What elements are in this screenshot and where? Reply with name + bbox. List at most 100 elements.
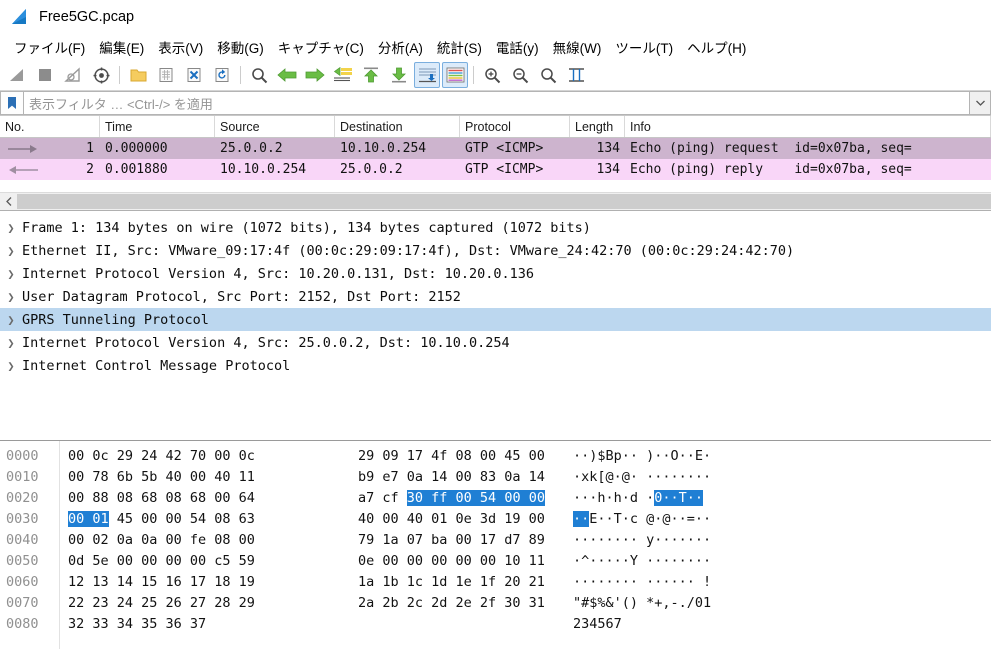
restart-capture-icon[interactable]: [60, 62, 86, 88]
menu-wireless[interactable]: 無線(W): [546, 35, 609, 59]
auto-scroll-icon[interactable]: [414, 62, 440, 88]
column-time[interactable]: Time: [100, 116, 215, 137]
column-source[interactable]: Source: [215, 116, 335, 137]
tree-item-label: Internet Protocol Version 4, Src: 10.20.…: [22, 265, 535, 282]
hex-row[interactable]: 0050 0d 5e 00 00 00 00 c5 59 0e 00 00 00…: [0, 550, 991, 571]
go-forward-icon[interactable]: [302, 62, 328, 88]
menu-view[interactable]: 表示(V): [151, 35, 210, 59]
tree-item-frame[interactable]: ❯ Frame 1: 134 bytes on wire (1072 bits)…: [0, 216, 991, 239]
packet-list-hscrollbar[interactable]: [0, 192, 991, 211]
hex-bytes-group1: 12 13 14 15 16 17 18 19: [68, 573, 255, 590]
packet-no-cell: 2: [0, 162, 100, 177]
menu-tools[interactable]: ツール(T): [608, 35, 680, 59]
hex-bytes-group1: 32 33 34 35 36 37: [68, 615, 207, 632]
hex-bytes-group2: a7 cf 30 ff 00 54 00 00: [358, 489, 573, 506]
chevron-left-icon[interactable]: [0, 193, 17, 210]
capture-options-icon[interactable]: [88, 62, 114, 88]
zoom-in-icon[interactable]: [479, 62, 505, 88]
menu-edit[interactable]: 編集(E): [92, 35, 151, 59]
packet-detail-pane[interactable]: ❯ Frame 1: 134 bytes on wire (1072 bits)…: [0, 211, 991, 441]
tree-item-label: Internet Control Message Protocol: [22, 357, 291, 374]
scrollbar-thumb[interactable]: [17, 194, 991, 209]
hex-bytes-plain: 45 00 00 54 08 63: [108, 510, 255, 527]
tree-item-ethernet[interactable]: ❯ Ethernet II, Src: VMware_09:17:4f (00:…: [0, 239, 991, 262]
packet-destination: 10.10.0.254: [340, 141, 427, 156]
column-protocol[interactable]: Protocol: [460, 116, 570, 137]
hex-bytes-highlight: 00 01: [68, 510, 109, 527]
hex-bytes-group2: 29 09 17 4f 08 00 45 00: [358, 447, 545, 464]
menu-analyze[interactable]: 分析(A): [371, 35, 430, 59]
table-row[interactable]: 2 0.001880 10.10.0.254 25.0.0.2 GTP <ICM…: [0, 159, 991, 180]
hex-ascii-highlight: ··: [573, 510, 590, 527]
chevron-right-icon[interactable]: ❯: [0, 290, 22, 304]
chevron-right-icon[interactable]: ❯: [0, 313, 22, 327]
chevron-right-icon[interactable]: ❯: [0, 267, 22, 281]
chevron-right-icon[interactable]: ❯: [0, 244, 22, 258]
hex-row[interactable]: 0060 12 13 14 15 16 17 18 19 1a 1b 1c 1d…: [0, 571, 991, 592]
menu-telephony[interactable]: 電話(y): [489, 35, 546, 59]
hex-ascii: ········ ······ !: [573, 573, 712, 590]
hex-ascii: "#$%&'() *+,-./01: [573, 594, 712, 611]
menu-capture[interactable]: キャプチャ(C): [271, 35, 371, 59]
packet-time: 0.000000: [105, 141, 168, 156]
chevron-right-icon[interactable]: ❯: [0, 221, 22, 235]
column-info[interactable]: Info: [625, 116, 991, 137]
open-file-icon[interactable]: [125, 62, 151, 88]
menu-go[interactable]: 移動(G): [210, 35, 271, 59]
packet-bytes-pane[interactable]: 0000 00 0c 29 24 42 70 00 0c 29 09 17 4f…: [0, 441, 991, 649]
save-file-icon[interactable]: [153, 62, 179, 88]
tree-item-gtp[interactable]: ❯ GPRS Tunneling Protocol: [0, 308, 991, 331]
menu-help[interactable]: ヘルプ(H): [680, 35, 753, 59]
hex-row[interactable]: 0000 00 0c 29 24 42 70 00 0c 29 09 17 4f…: [0, 445, 991, 466]
search-input[interactable]: 表示フィルタ … <Ctrl-/> を適用: [23, 91, 970, 115]
hex-ascii: ·^·····Y ········: [573, 552, 712, 569]
tree-item-ipv4-outer[interactable]: ❯ Internet Protocol Version 4, Src: 10.2…: [0, 262, 991, 285]
menu-file[interactable]: ファイル(F): [7, 35, 92, 59]
tree-item-icmp[interactable]: ❯ Internet Control Message Protocol: [0, 354, 991, 377]
stop-capture-icon[interactable]: [32, 62, 58, 88]
hex-bytes-group2: 1a 1b 1c 1d 1e 1f 20 21: [358, 573, 545, 590]
reload-file-icon[interactable]: [209, 62, 235, 88]
go-to-packet-icon[interactable]: [330, 62, 356, 88]
find-packet-icon[interactable]: [246, 62, 272, 88]
colorize-icon[interactable]: [442, 62, 468, 88]
hex-row[interactable]: 0030 00 01 45 00 00 54 08 63 40 00 40 01…: [0, 508, 991, 529]
title-bar: Free5GC.pcap: [0, 0, 991, 34]
column-destination[interactable]: Destination: [335, 116, 460, 137]
resize-columns-icon[interactable]: [563, 62, 589, 88]
table-row[interactable]: 1 0.000000 25.0.0.2 10.10.0.254 GTP <ICM…: [0, 138, 991, 159]
hex-row[interactable]: 0080 32 33 34 35 36 37 234567: [0, 613, 991, 634]
zoom-reset-icon[interactable]: [535, 62, 561, 88]
bookmark-icon[interactable]: [0, 91, 23, 115]
hex-ascii: 234567: [573, 615, 622, 632]
hex-row[interactable]: 0020 00 88 08 68 08 68 00 64 a7 cf 30 ff…: [0, 487, 991, 508]
chevron-right-icon[interactable]: ❯: [0, 336, 22, 350]
start-capture-icon[interactable]: [4, 62, 30, 88]
tree-item-udp[interactable]: ❯ User Datagram Protocol, Src Port: 2152…: [0, 285, 991, 308]
column-length[interactable]: Length: [570, 116, 625, 137]
zoom-out-icon[interactable]: [507, 62, 533, 88]
hex-row[interactable]: 0070 22 23 24 25 26 27 28 29 2a 2b 2c 2d…: [0, 592, 991, 613]
column-no[interactable]: No.: [0, 116, 100, 137]
hex-ascii-highlight: 0··T··: [654, 489, 704, 506]
menu-statistics[interactable]: 統計(S): [430, 35, 489, 59]
toolbar-separator-1: [119, 66, 120, 84]
chevron-right-icon[interactable]: ❯: [0, 359, 22, 373]
hex-row[interactable]: 0010 00 78 6b 5b 40 00 40 11 b9 e7 0a 14…: [0, 466, 991, 487]
hex-ascii: ···h·h·d ·0··T··: [573, 489, 704, 506]
chevron-down-icon[interactable]: [970, 91, 991, 115]
hex-bytes-group2: 79 1a 07 ba 00 17 d7 89: [358, 531, 545, 548]
go-to-first-icon[interactable]: [358, 62, 384, 88]
close-file-icon[interactable]: [181, 62, 207, 88]
hex-offset: 0070: [6, 594, 39, 611]
packet-list[interactable]: No. Time Source Destination Protocol Len…: [0, 116, 991, 180]
packet-list-header: No. Time Source Destination Protocol Len…: [0, 116, 991, 138]
tree-item-ipv4-inner[interactable]: ❯ Internet Protocol Version 4, Src: 25.0…: [0, 331, 991, 354]
go-to-last-icon[interactable]: [386, 62, 412, 88]
tree-item-label: GPRS Tunneling Protocol: [22, 311, 209, 328]
go-back-icon[interactable]: [274, 62, 300, 88]
tree-item-label: Frame 1: 134 bytes on wire (1072 bits), …: [22, 219, 591, 236]
wireshark-fin-icon: [10, 8, 30, 26]
hex-row[interactable]: 0040 00 02 0a 0a 00 fe 08 00 79 1a 07 ba…: [0, 529, 991, 550]
hex-bytes-group1: 00 0c 29 24 42 70 00 0c: [68, 447, 255, 464]
